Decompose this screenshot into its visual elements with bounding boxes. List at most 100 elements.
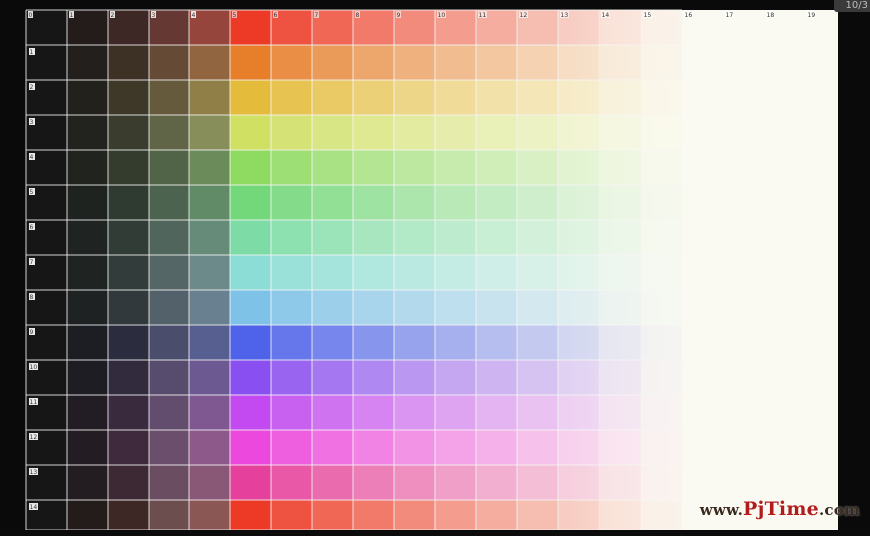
bottom-bezel: [0, 530, 870, 536]
row-label: 5: [30, 189, 34, 196]
column-label: 19: [808, 12, 816, 19]
column-label: 12: [520, 12, 528, 19]
row-label: 3: [30, 119, 34, 126]
color-cell: [149, 360, 189, 395]
color-cell: [67, 360, 108, 395]
color-cell: [67, 45, 108, 80]
color-cell: [189, 185, 230, 220]
color-cell: [108, 430, 149, 465]
color-cell: [67, 290, 108, 325]
column-label: 13: [561, 12, 569, 19]
color-cell: [149, 80, 189, 115]
row-label: 14: [30, 504, 38, 511]
color-cell: [149, 115, 189, 150]
watermark-suffix: .com: [818, 501, 860, 519]
color-cell: [149, 465, 189, 500]
row-label: 2: [30, 84, 34, 91]
color-cell: [67, 325, 108, 360]
color-cell: [149, 325, 189, 360]
watermark: www.PjTime.com: [700, 498, 860, 520]
column-label: 4: [192, 12, 196, 19]
color-cell: [149, 220, 189, 255]
color-cell: [189, 430, 230, 465]
column-label: 1: [70, 12, 74, 19]
color-cell: [189, 465, 230, 500]
color-cell: [189, 360, 230, 395]
color-cell: [189, 395, 230, 430]
color-cell: [189, 150, 230, 185]
row-label: 7: [30, 259, 34, 266]
color-cell: [108, 255, 149, 290]
color-cell: [149, 45, 189, 80]
column-label: 17: [726, 12, 734, 19]
color-cell: [149, 430, 189, 465]
color-cell: [189, 255, 230, 290]
column-label: 11: [479, 12, 487, 19]
row-label: 10: [30, 364, 38, 371]
color-cell: [149, 255, 189, 290]
column-label: 0: [29, 12, 33, 19]
color-cell: [149, 290, 189, 325]
color-cell: [108, 465, 149, 500]
color-cell: [67, 395, 108, 430]
color-cell: [108, 325, 149, 360]
washout-overlay: [230, 10, 838, 530]
column-label: 5: [233, 12, 237, 19]
color-cell: [149, 150, 189, 185]
column-label: 7: [315, 12, 319, 19]
color-cell: [189, 115, 230, 150]
color-cell: [108, 395, 149, 430]
color-cell: [108, 80, 149, 115]
color-cell: [67, 465, 108, 500]
color-cell: [67, 185, 108, 220]
color-cell: [189, 325, 230, 360]
color-cell: [108, 220, 149, 255]
color-cell: [67, 430, 108, 465]
row-label: 1: [30, 49, 34, 56]
column-label: 15: [644, 12, 652, 19]
row-label: 6: [30, 224, 34, 231]
watermark-prefix: www.: [699, 501, 744, 519]
column-label: 8: [356, 12, 360, 19]
color-cell: [189, 45, 230, 80]
color-cell: [108, 290, 149, 325]
color-cell: [67, 500, 108, 530]
color-cell: [67, 80, 108, 115]
row-label: 13: [30, 469, 38, 476]
color-cell: [149, 500, 189, 530]
color-cell: [67, 255, 108, 290]
color-cell: [67, 115, 108, 150]
color-cell: [189, 80, 230, 115]
color-cell: [67, 220, 108, 255]
color-cell: [108, 150, 149, 185]
column-label: 2: [111, 12, 115, 19]
color-cell: [189, 220, 230, 255]
color-cell: [149, 395, 189, 430]
column-label: 10: [438, 12, 446, 19]
color-cell: [108, 115, 149, 150]
color-cell: [108, 185, 149, 220]
watermark-brand: PjTime: [743, 498, 819, 520]
photo-scene: 0 1 2 3 4 5 6 7 8 9 10 11 12 13 14 15 16 17 18 19 1 2 3 4 5 6 7 8 9 1…: [0, 0, 870, 536]
color-cell: [189, 500, 230, 530]
color-cell: [67, 150, 108, 185]
image-counter: 10/3: [834, 0, 870, 12]
column-label: 14: [602, 12, 610, 19]
column-label: 9: [397, 12, 401, 19]
row-label: 9: [30, 329, 34, 336]
row-label: 8: [30, 294, 34, 301]
column-label: 18: [767, 12, 775, 19]
color-grid: 0 1 2 3 4 5 6 7 8 9 10 11 12 13 14 15 16 17 18 191234567891…: [0, 9, 870, 536]
row-label: 11: [30, 399, 38, 406]
column-label: 6: [274, 12, 278, 19]
color-cell: [108, 360, 149, 395]
color-cell: [149, 185, 189, 220]
row-label: 12: [30, 434, 38, 441]
column-label: 3: [152, 12, 156, 19]
color-grid-photo: 0 1 2 3 4 5 6 7 8 9 10 11 12 13 14 15 16 17 18 191234567891…: [0, 0, 870, 536]
color-cell: [189, 290, 230, 325]
row-label: 4: [30, 154, 34, 161]
color-cell: [108, 500, 149, 530]
column-label: 16: [685, 12, 693, 19]
color-cell: [108, 45, 149, 80]
